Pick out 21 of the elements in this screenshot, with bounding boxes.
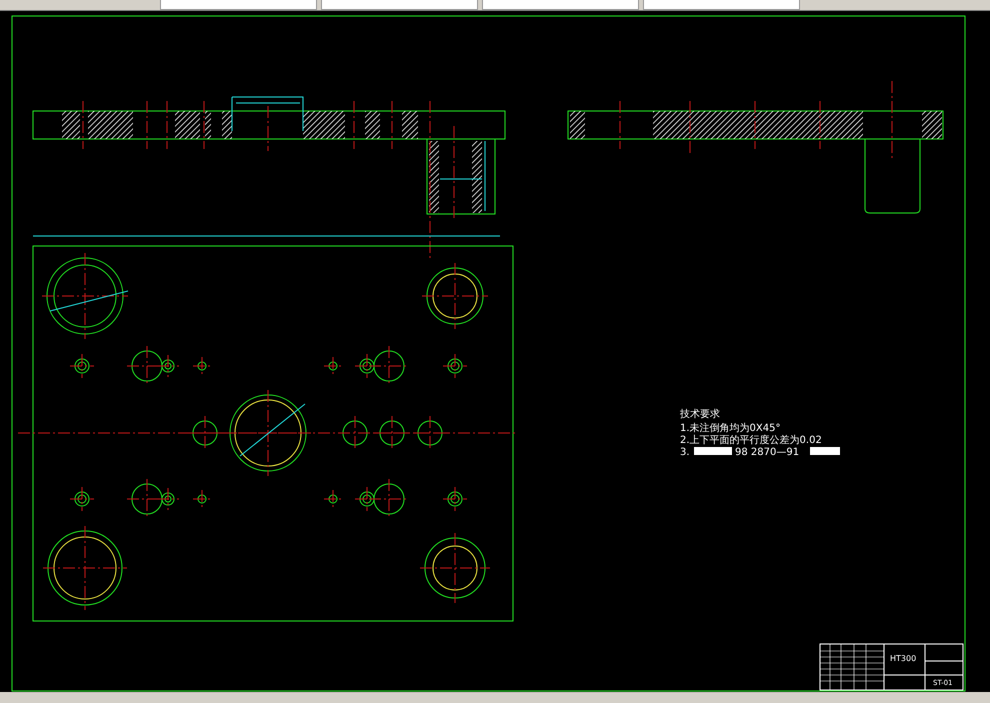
note-line: 3. bbox=[680, 447, 690, 458]
document-tab[interactable] bbox=[321, 0, 478, 10]
hole-drawing bbox=[324, 490, 342, 508]
hole-drawing bbox=[420, 532, 490, 604]
hole-drawing bbox=[422, 262, 488, 330]
note-line: 98 2870—91 bbox=[735, 447, 800, 458]
notes-title: 技术要求 bbox=[680, 409, 720, 420]
material-label: HT300 bbox=[890, 654, 916, 663]
note-line: 1.未注倒角均为0X45° bbox=[680, 423, 780, 434]
hole-drawing bbox=[324, 356, 342, 376]
hole-drawing bbox=[70, 354, 94, 378]
hole-drawing bbox=[192, 356, 212, 376]
hole-drawing bbox=[442, 354, 468, 378]
document-tab[interactable] bbox=[643, 0, 800, 10]
document-tab[interactable] bbox=[160, 0, 317, 10]
hole-drawing bbox=[338, 416, 372, 450]
hole-drawing bbox=[70, 486, 94, 512]
hole-drawing bbox=[442, 486, 468, 512]
hole-drawing bbox=[192, 490, 212, 508]
document-tab[interactable] bbox=[482, 0, 639, 10]
note-line: 2.上下平面的平行度公差为0.02 bbox=[680, 435, 822, 446]
